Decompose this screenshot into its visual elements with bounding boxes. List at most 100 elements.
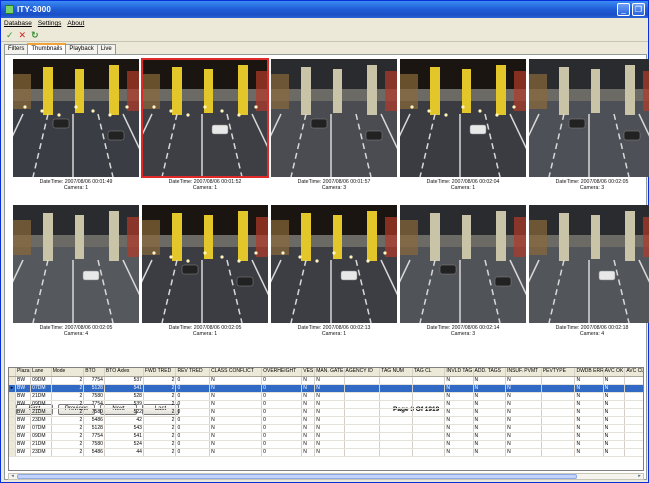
scroll-left-icon[interactable]: ◂	[9, 474, 16, 479]
table-cell: N	[505, 424, 542, 433]
table-row[interactable]: BW 23DM 2 5486 44 2 0 N 0 N N N N N N N	[9, 448, 643, 457]
title-bar[interactable]: ITY-3000 _ ❐	[1, 1, 648, 18]
check-icon[interactable]: ✓	[6, 30, 14, 40]
restore-button[interactable]: ❐	[632, 3, 645, 16]
tab-live[interactable]: Live	[96, 44, 116, 54]
thumbnail-image[interactable]	[529, 205, 649, 323]
menu-settings[interactable]: Settings	[38, 20, 62, 27]
horizontal-scrollbar[interactable]: ◂ ▸	[8, 473, 644, 480]
table-cell	[624, 440, 643, 449]
table-cell: N	[473, 376, 507, 385]
camera-frame[interactable]	[529, 59, 649, 177]
thumbnail-image[interactable]	[141, 58, 269, 178]
thumbnail-image[interactable]	[142, 205, 268, 323]
camera-frame[interactable]	[271, 205, 397, 323]
column-header[interactable]: Mode	[51, 368, 85, 377]
column-header[interactable]: AVC OK	[603, 368, 626, 377]
table-cell: 7580	[83, 440, 105, 449]
column-header[interactable]: TAG NUM	[379, 368, 413, 377]
table-cell: 0	[261, 408, 303, 417]
table-cell	[412, 384, 446, 393]
table-cell	[379, 440, 413, 449]
scroll-thumb[interactable]	[17, 474, 577, 479]
camera-frame[interactable]	[142, 205, 268, 323]
column-header[interactable]: BTO Axles	[104, 368, 144, 377]
table-cell: N	[473, 424, 507, 433]
column-header[interactable]: CLASS CONFLICT	[209, 368, 263, 377]
column-header[interactable]: TAG CL	[412, 368, 446, 377]
camera-frame[interactable]	[400, 59, 526, 177]
thumbnail-caption: DateTime: 2007/08/06 00:01:57 Camera: 3	[271, 179, 397, 191]
column-header[interactable]: OVERHEIGHT	[261, 368, 303, 377]
camera-frame[interactable]	[529, 205, 649, 323]
minimize-button[interactable]: _	[617, 3, 630, 16]
thumbnail-image[interactable]	[13, 205, 139, 323]
tab-playback[interactable]: Playback	[65, 44, 98, 54]
table-cell: 0	[261, 432, 303, 441]
camera-frame[interactable]	[271, 59, 397, 177]
column-header[interactable]: FWD TRED	[143, 368, 177, 377]
table-cell: N	[209, 448, 263, 457]
table-cell	[379, 400, 413, 409]
camera-frame[interactable]	[13, 205, 139, 323]
table-cell: 7580	[83, 392, 105, 401]
column-header[interactable]: INVLD TAG	[444, 368, 474, 377]
table-row[interactable]: BW 21DM 2 7580 524 2 0 N 0 N N N N N N N	[9, 440, 643, 449]
thumbnail-image[interactable]	[400, 205, 526, 323]
records-grid[interactable]: Plaza Lane Mode BTO BTO Axles FWD TRED REV TRE…	[8, 367, 644, 471]
table-cell	[624, 408, 643, 417]
menu-about[interactable]: About	[67, 20, 84, 27]
thumbnail-image[interactable]	[13, 59, 139, 177]
column-header[interactable]: Lane	[30, 368, 52, 377]
menu-database[interactable]: Database	[4, 20, 32, 27]
table-cell: N	[603, 432, 626, 441]
thumbnail-image[interactable]	[529, 59, 649, 177]
table-cell: 2	[143, 424, 177, 433]
scroll-right-icon[interactable]: ▸	[636, 474, 643, 479]
column-header[interactable]: PEVTYPE	[541, 368, 576, 377]
table-cell: N	[301, 416, 316, 425]
column-header[interactable]: AVC CL	[624, 368, 643, 377]
table-cell: N	[301, 424, 316, 433]
table-cell	[344, 376, 381, 385]
table-cell	[412, 416, 446, 425]
table-row[interactable]: BW 23DM 2 5486 42 2 0 N 0 N N N N N N N	[9, 416, 643, 425]
table-cell	[379, 424, 413, 433]
table-row[interactable]: BW 09DM 2 7754 541 2 0 N 0 N N N N N N N	[9, 432, 643, 441]
table-row[interactable]: BW 09DM 2 7754 537 2 0 N 0 N N N N N N N	[9, 376, 643, 385]
cancel-icon[interactable]: ✕	[19, 30, 27, 40]
table-cell	[412, 408, 446, 417]
column-header[interactable]: Plaza	[15, 368, 32, 377]
thumbnail-camera: Camera: 1	[450, 185, 476, 191]
thumbnail-camera: Camera: 3	[450, 331, 476, 337]
thumbnail-image[interactable]	[400, 59, 526, 177]
column-header[interactable]: AGENCY ID	[344, 368, 381, 377]
table-row[interactable]: BW 21DM 2 7580 522 2 0 N 0 N N N N N N N	[9, 408, 643, 417]
tab-filters[interactable]: Filters	[4, 44, 29, 54]
table-row[interactable]: ▸ BW 07DM 2 5128 541 2 0 N 0 N N N N N N N	[9, 384, 643, 393]
tab-thumbnails[interactable]: Thumbnails	[27, 43, 67, 54]
column-header[interactable]: BTO	[83, 368, 105, 377]
app-window: ITY-3000 _ ❐ Database Settings About ✓ ✕ ↻…	[0, 0, 649, 483]
refresh-icon[interactable]: ↻	[31, 30, 39, 40]
table-row[interactable]: BW 07DM 2 5128 543 2 0 N 0 N N N N N N N	[9, 424, 643, 433]
table-cell: BW	[15, 408, 32, 417]
table-cell	[541, 392, 576, 401]
thumbnail-image[interactable]	[271, 59, 397, 177]
column-header[interactable]: INSUF. PVMT	[505, 368, 542, 377]
column-header[interactable]: VES	[301, 368, 316, 377]
table-row[interactable]: BW 09DM 2 7754 539 2 0 N 0 N N N N N N N	[9, 400, 643, 409]
table-row[interactable]: BW 21DM 2 7580 528 2 0 N 0 N N N N N N N	[9, 392, 643, 401]
column-header[interactable]: ADD. TAGS	[473, 368, 507, 377]
table-cell: N	[209, 408, 263, 417]
camera-frame[interactable]	[13, 59, 139, 177]
table-cell: 0	[261, 384, 303, 393]
table-cell: BW	[15, 416, 32, 425]
camera-frame[interactable]	[400, 205, 526, 323]
column-header[interactable]: DWDB ERR	[574, 368, 604, 377]
table-cell: BW	[15, 424, 32, 433]
thumbnail-image[interactable]	[271, 205, 397, 323]
camera-frame[interactable]	[141, 58, 269, 178]
column-header[interactable]: MAN. GATE	[314, 368, 345, 377]
column-header[interactable]: REV TRED	[175, 368, 211, 377]
